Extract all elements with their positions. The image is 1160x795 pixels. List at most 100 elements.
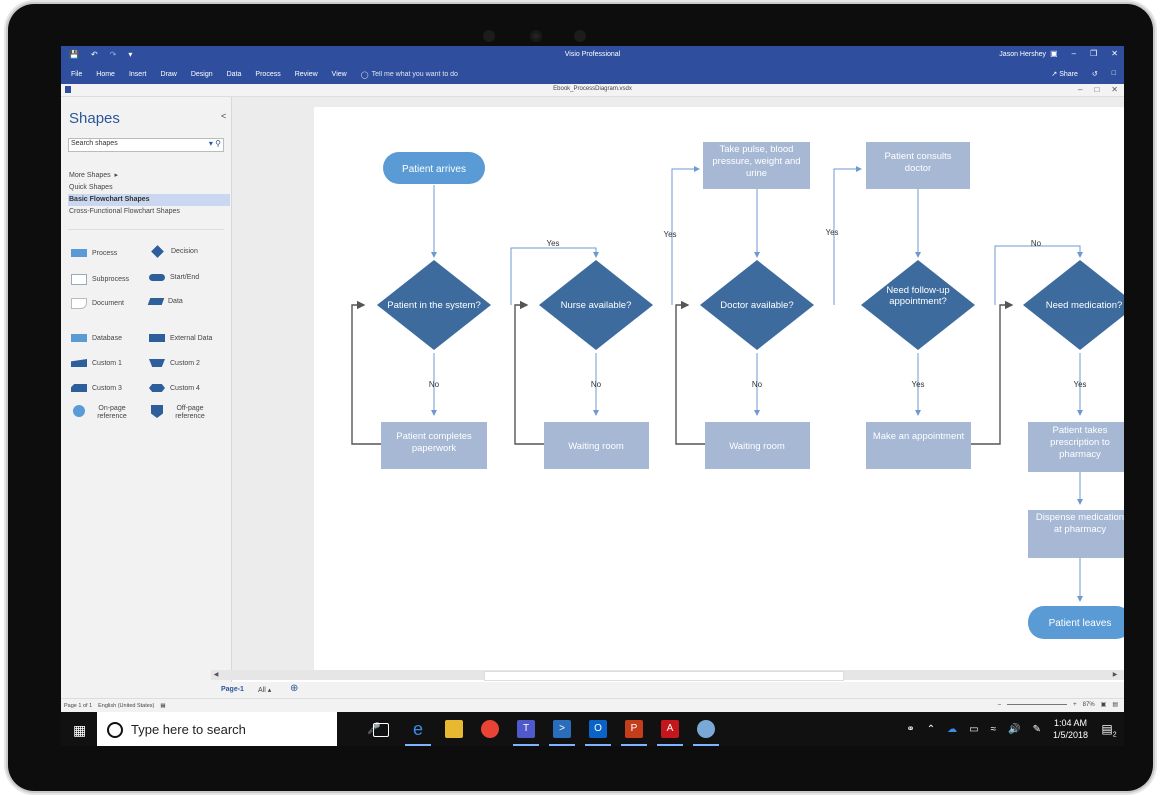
people-icon[interactable]: ⚭ <box>906 724 914 735</box>
stencil-decision[interactable]: Decision <box>149 245 198 258</box>
tab-view[interactable]: View <box>332 71 347 79</box>
stencil-onpage-reference[interactable]: On-page reference <box>71 405 132 421</box>
process-node-label: Dispense medication at pharmacy <box>1035 512 1124 535</box>
doc-restore-icon[interactable]: □ <box>1094 85 1099 94</box>
scroll-left-icon[interactable]: ◀ <box>211 670 221 680</box>
battery-icon[interactable]: ▭ <box>969 724 978 735</box>
zoom-out-icon[interactable]: – <box>998 702 1001 708</box>
doc-minimize-icon[interactable]: – <box>1078 85 1082 94</box>
stencil-database[interactable]: Database <box>71 334 122 342</box>
user-name[interactable]: Jason Hershey <box>999 51 1046 58</box>
tab-design[interactable]: Design <box>191 71 213 79</box>
stencil-subprocess[interactable]: Subprocess <box>71 274 129 285</box>
volume-icon[interactable]: 🔊 <box>1008 724 1020 735</box>
start-node-label: Patient arrives <box>402 164 466 175</box>
external-data-shape-icon <box>149 334 165 342</box>
tab-file[interactable]: File <box>71 71 82 79</box>
clock[interactable]: 1:04 AM 1/5/2018 <box>1053 717 1088 741</box>
onedrive-icon[interactable]: ☁ <box>947 724 957 735</box>
scroll-thumb[interactable] <box>484 671 844 681</box>
scroll-right-icon[interactable]: ▶ <box>1110 670 1120 680</box>
search-icon[interactable]: ▾ ⚲ <box>209 139 221 148</box>
tab-process[interactable]: Process <box>255 71 280 79</box>
page-tab-1[interactable]: Page-1 <box>221 686 244 693</box>
comments-icon[interactable]: □ <box>1112 70 1116 78</box>
startend-shape-icon <box>149 274 165 281</box>
powerpoint-icon[interactable]: P <box>621 720 647 746</box>
outlook-icon[interactable]: O <box>585 720 611 746</box>
stencil-external-data[interactable]: External Data <box>149 334 212 342</box>
tab-data[interactable]: Data <box>227 71 242 79</box>
restore-icon[interactable]: ❐ <box>1090 49 1097 58</box>
wifi-icon[interactable]: ≈ <box>991 724 997 735</box>
switch-windows-icon[interactable]: ▤ <box>1112 701 1118 708</box>
drawing-page[interactable]: Yes Yes Yes No No No No Yes Yes Patient … <box>314 107 1124 672</box>
chrome-icon[interactable] <box>481 720 499 738</box>
stencil-custom1[interactable]: Custom 1 <box>71 359 122 367</box>
menu-basic-flowchart-shapes[interactable]: Basic Flowchart Shapes <box>68 194 230 206</box>
lightbulb-icon: ◯ <box>360 72 369 79</box>
clock-date: 1/5/2018 <box>1052 730 1088 740</box>
acrobat-icon[interactable]: A <box>657 720 683 746</box>
powershell-icon[interactable]: > <box>549 720 575 746</box>
process-node-label: Patient consults doctor <box>884 151 952 174</box>
task-view-icon[interactable] <box>373 723 389 737</box>
stencil-data[interactable]: Data <box>147 298 183 305</box>
zoom-level[interactable]: 87% <box>1083 702 1095 708</box>
stencil-label: Document <box>92 300 124 307</box>
menu-cross-functional-shapes[interactable]: Cross-Functional Flowchart Shapes <box>68 206 230 218</box>
horizontal-scrollbar[interactable]: ◀ ▶ <box>211 670 1124 681</box>
show-hidden-icons-icon[interactable]: ⌃ <box>927 724 935 735</box>
collapse-pane-icon[interactable]: < <box>221 111 226 121</box>
tab-review[interactable]: Review <box>295 71 318 79</box>
zoom-in-icon[interactable]: + <box>1073 702 1077 708</box>
all-pages-button[interactable]: All ▴ <box>258 686 271 694</box>
edge-label-no: No <box>752 380 763 389</box>
stencil-custom4[interactable]: Custom 4 <box>149 384 200 392</box>
close-icon[interactable]: ✕ <box>1111 49 1118 58</box>
windows-start-icon[interactable]: ▦ <box>73 722 86 739</box>
notification-center-icon[interactable]: ▤2 <box>1100 720 1118 738</box>
stencil-process[interactable]: Process <box>71 249 117 257</box>
pen-icon[interactable]: ✎ <box>1033 724 1041 735</box>
process-node-label-box: Patient consults doctor <box>884 151 952 174</box>
process-node-label: Waiting room <box>729 441 785 452</box>
file-explorer-icon[interactable] <box>445 720 463 738</box>
stencil-custom2[interactable]: Custom 2 <box>149 359 200 367</box>
edge-browser-icon[interactable]: e <box>405 720 431 746</box>
stencil-label: On-page reference <box>97 405 127 420</box>
connector <box>675 300 705 445</box>
add-page-icon[interactable]: ⊕ <box>290 683 298 694</box>
decision-node-label: Doctor available? <box>720 300 793 311</box>
teams-icon[interactable]: T <box>513 720 539 746</box>
taskbar-search-box[interactable]: Type here to search 🎤 <box>97 712 381 746</box>
subprocess-shape-icon <box>71 274 87 285</box>
doc-close-icon[interactable]: ✕ <box>1111 85 1118 94</box>
shapes-menu: More Shapes ▸ Quick Shapes Basic Flowcha… <box>68 170 230 218</box>
search-shapes-input[interactable]: Search shapes ▾ ⚲ <box>68 138 224 152</box>
stencil-custom3[interactable]: Custom 3 <box>71 384 122 392</box>
ribbon-display-icon[interactable]: ▣ <box>1050 49 1058 58</box>
tab-insert[interactable]: Insert <box>129 71 147 79</box>
stencil-label: Process <box>92 249 118 257</box>
document-window-controls: – □ ✕ <box>1078 85 1118 94</box>
onpage-reference-icon <box>73 405 85 417</box>
process-node-label-box: Patient completes paperwork <box>396 431 472 454</box>
stencil-offpage-reference[interactable]: Off-page reference <box>149 405 210 421</box>
zoom-slider[interactable] <box>1007 704 1068 705</box>
history-icon[interactable]: ↺ <box>1092 70 1098 78</box>
stencil-document[interactable]: Document <box>71 298 124 309</box>
stencil-label: Custom 4 <box>170 384 200 392</box>
menu-more-shapes[interactable]: More Shapes ▸ <box>68 170 230 182</box>
tab-draw[interactable]: Draw <box>160 71 176 79</box>
page-count: Page 1 of 1 <box>64 703 93 709</box>
paint-icon[interactable] <box>693 720 719 746</box>
menu-quick-shapes[interactable]: Quick Shapes <box>68 182 230 194</box>
macro-icon[interactable]: ▦ <box>160 703 165 709</box>
stencil-startend[interactable]: Start/End <box>149 274 199 281</box>
minimize-icon[interactable]: – <box>1072 49 1076 58</box>
share-button[interactable]: ↗ Share <box>1051 70 1078 78</box>
tell-me-box[interactable]: ◯ Tell me what you want to do <box>361 71 458 79</box>
tab-home[interactable]: Home <box>96 71 115 79</box>
fit-page-icon[interactable]: ▣ <box>1101 701 1107 708</box>
